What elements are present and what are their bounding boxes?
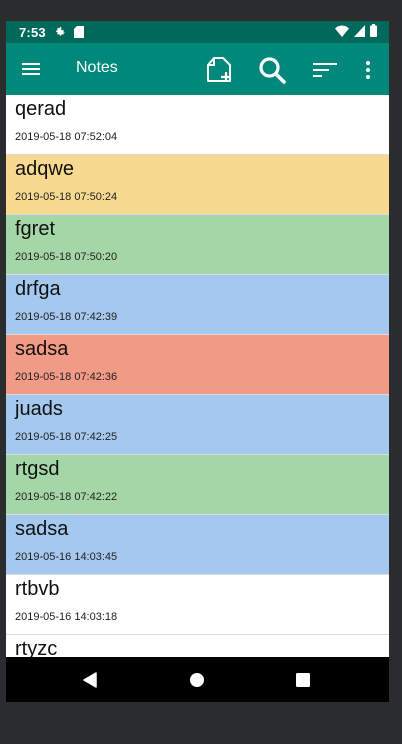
note-title: sadsa — [15, 338, 69, 360]
hamburger-menu-icon[interactable] — [22, 60, 40, 78]
back-icon[interactable] — [78, 668, 102, 692]
note-title: sadsa — [15, 518, 69, 540]
note-title: drfga — [15, 278, 61, 300]
note-title: rtgsd — [15, 458, 60, 480]
list-item[interactable]: sadsa 2019-05-18 07:42:36 — [6, 335, 389, 395]
wifi-icon — [335, 25, 349, 40]
note-title: qerad — [15, 98, 67, 120]
notes-list[interactable]: qerad 2019-05-18 07:52:04 adqwe 2019-05-… — [6, 95, 389, 657]
page-title: Notes — [76, 59, 118, 76]
sort-icon[interactable] — [310, 55, 340, 85]
list-item[interactable]: juads 2019-05-18 07:42:25 — [6, 395, 389, 455]
phone-screen: 7:53 Notes qerad 2019-05-18 07:52:04 adq… — [6, 21, 389, 702]
recents-icon[interactable] — [291, 668, 315, 692]
list-item[interactable]: qerad 2019-05-18 07:52:04 — [6, 95, 389, 155]
note-title: adqwe — [15, 158, 74, 180]
list-item[interactable]: drfga 2019-05-18 07:42:39 — [6, 275, 389, 335]
note-date: 2019-05-18 07:50:24 — [15, 191, 118, 203]
new-note-icon[interactable] — [204, 55, 234, 85]
note-date: 2019-05-18 07:42:22 — [15, 491, 118, 503]
gear-icon — [54, 26, 66, 38]
note-date: 2019-05-16 14:03:45 — [15, 551, 118, 563]
list-item[interactable]: rtbvb 2019-05-16 14:03:18 — [6, 575, 389, 635]
navigation-bar — [6, 657, 389, 702]
app-bar: Notes — [6, 43, 389, 95]
sd-card-icon — [73, 26, 84, 38]
home-icon[interactable] — [185, 668, 209, 692]
note-date: 2019-05-18 07:50:20 — [15, 251, 118, 263]
list-item[interactable]: rtyzc — [6, 635, 389, 657]
status-time: 7:53 — [19, 24, 46, 40]
search-icon[interactable] — [257, 55, 287, 85]
note-date: 2019-05-16 14:03:18 — [15, 611, 118, 623]
list-item[interactable]: adqwe 2019-05-18 07:50:24 — [6, 155, 389, 215]
battery-icon — [370, 24, 377, 40]
list-item[interactable]: sadsa 2019-05-16 14:03:45 — [6, 515, 389, 575]
note-date: 2019-05-18 07:42:36 — [15, 371, 118, 383]
list-item[interactable]: rtgsd 2019-05-18 07:42:22 — [6, 455, 389, 515]
note-date: 2019-05-18 07:42:25 — [15, 431, 118, 443]
note-title: rtyzc — [15, 638, 58, 657]
signal-icon — [354, 24, 365, 40]
note-title: rtbvb — [15, 578, 60, 600]
more-options-icon[interactable] — [356, 55, 380, 85]
status-bar: 7:53 — [6, 21, 389, 43]
note-title: fgret — [15, 218, 56, 240]
note-date: 2019-05-18 07:52:04 — [15, 131, 118, 143]
list-item[interactable]: fgret 2019-05-18 07:50:20 — [6, 215, 389, 275]
note-title: juads — [15, 398, 63, 420]
note-date: 2019-05-18 07:42:39 — [15, 311, 118, 323]
